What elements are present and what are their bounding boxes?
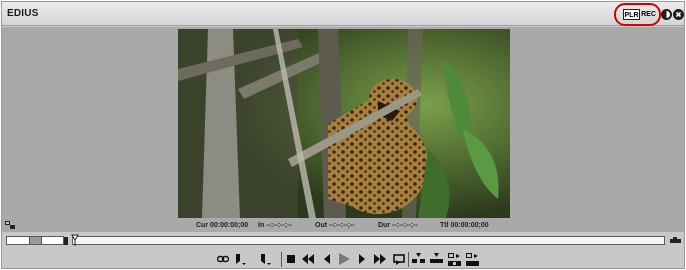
step-forward-icon[interactable] bbox=[355, 252, 369, 266]
toolbar-divider bbox=[408, 252, 409, 267]
rewind-icon[interactable] bbox=[301, 252, 315, 266]
set-out-icon[interactable] bbox=[258, 252, 272, 266]
playhead-icon[interactable] bbox=[63, 234, 81, 246]
restore-icon[interactable] bbox=[661, 9, 672, 20]
close-icon[interactable] bbox=[673, 9, 684, 20]
overwrite-to-timeline-icon[interactable] bbox=[465, 252, 479, 266]
overwrite-icon[interactable] bbox=[429, 252, 443, 266]
player-mode-button[interactable]: PLR bbox=[623, 9, 640, 20]
play-icon[interactable] bbox=[337, 252, 351, 266]
loop-icon[interactable] bbox=[392, 252, 406, 266]
stop-icon[interactable] bbox=[284, 252, 298, 266]
toolbar-divider bbox=[281, 252, 282, 267]
app-title: EDIUS bbox=[7, 8, 39, 19]
in-point-timecode: In --:--:--;-- bbox=[258, 222, 292, 229]
out-point-timecode: Out --:--:--;-- bbox=[315, 222, 355, 229]
player-window: EDIUS PLR REC Cur 00:00:00;00 In --:--:-… bbox=[1, 1, 685, 269]
fast-forward-icon[interactable] bbox=[373, 252, 387, 266]
video-preview bbox=[178, 29, 510, 218]
timecode-bar: Cur 00:00:00;00 In --:--:--;-- Out --:--… bbox=[2, 222, 684, 232]
zoom-icon[interactable] bbox=[670, 237, 681, 244]
recorder-mode-button[interactable]: REC bbox=[641, 9, 656, 20]
playback-toolbar bbox=[2, 250, 684, 269]
shuttle-knob[interactable] bbox=[29, 237, 42, 244]
title-bar: EDIUS PLR REC bbox=[2, 2, 684, 26]
current-timecode: Cur 00:00:00;00 bbox=[196, 222, 249, 229]
viewer-area: Cur 00:00:00;00 In --:--:--;-- Out --:--… bbox=[2, 27, 684, 232]
position-slider[interactable] bbox=[72, 236, 665, 245]
insert-to-timeline-icon[interactable] bbox=[447, 252, 461, 266]
insert-icon[interactable] bbox=[411, 252, 425, 266]
match-frame-icon[interactable] bbox=[216, 252, 230, 266]
duration-timecode: Dur --:--:--;-- bbox=[378, 222, 418, 229]
set-in-icon[interactable] bbox=[233, 252, 247, 266]
position-bar bbox=[2, 234, 684, 246]
safe-area-icon[interactable] bbox=[5, 221, 15, 229]
shuttle-slider[interactable] bbox=[6, 236, 64, 245]
total-timecode: Ttl 00:00:00;00 bbox=[440, 222, 489, 229]
step-back-icon[interactable] bbox=[320, 252, 334, 266]
